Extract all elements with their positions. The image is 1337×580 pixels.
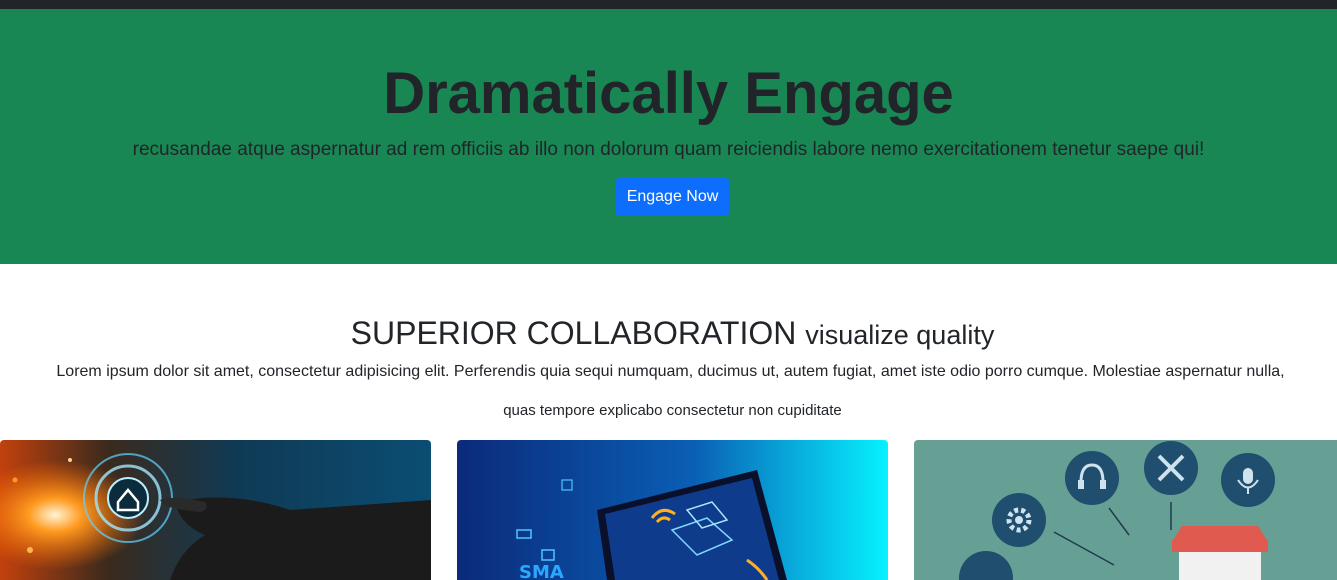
hero-section: Dramatically Engage recusandae atque asp… — [0, 9, 1337, 264]
section-title: SUPERIOR COLLABORATION visualize quality — [0, 314, 1337, 352]
section-paragraph-line1: Lorem ipsum dolor sit amet, consectetur … — [56, 363, 1285, 380]
card-3[interactable] — [914, 440, 1337, 580]
section-title-small: visualize quality — [805, 320, 995, 350]
top-navbar — [0, 0, 1337, 9]
section-paragraph-line2: quas tempore explicabo consectetur non c… — [503, 402, 842, 419]
card-2[interactable]: SMA — [457, 440, 888, 580]
card-1[interactable] — [0, 440, 431, 580]
svg-text:SMA: SMA — [519, 562, 564, 580]
hero-subtitle: recusandae atque aspernatur ad rem offic… — [132, 139, 1205, 160]
section-title-main: SUPERIOR COLLABORATION — [350, 315, 797, 351]
smartphone-smart-home-image: SMA — [457, 440, 888, 580]
engage-now-button[interactable]: Engage Now — [615, 178, 730, 216]
smart-home-hand-touch-image — [0, 440, 431, 580]
hero-title: Dramatically Engage — [383, 61, 954, 126]
smart-home-icons-image — [914, 440, 1337, 580]
